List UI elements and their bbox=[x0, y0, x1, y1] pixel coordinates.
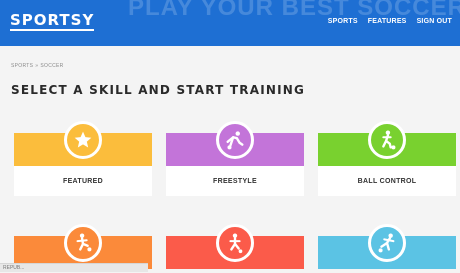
freestyle-player-icon bbox=[226, 131, 244, 150]
card-label: FREESTYLE bbox=[166, 166, 304, 196]
browser-status-bar: REPUB... bbox=[0, 263, 148, 272]
dribble-player-icon bbox=[76, 233, 92, 252]
card-icon-circle bbox=[368, 224, 406, 262]
skill-card-freestyle[interactable]: FREESTYLE bbox=[166, 121, 304, 196]
skill-card-featured[interactable]: FEATURED bbox=[14, 121, 152, 196]
card-icon-circle bbox=[64, 224, 102, 262]
sportsy-logo[interactable]: SPORTSY bbox=[10, 12, 95, 31]
site-header: SPORTSY PLAY YOUR BEST SOCCER SPORTS FEA… bbox=[0, 0, 460, 46]
breadcrumb: SPORTS » SOCCER bbox=[11, 63, 64, 69]
star-icon bbox=[74, 131, 92, 148]
main-nav: SPORTS FEATURES SIGN OUT bbox=[328, 18, 452, 25]
card-icon-circle bbox=[64, 121, 102, 159]
page-title: SELECT A SKILL AND START TRAINING bbox=[11, 83, 306, 97]
skill-card-kick[interactable] bbox=[318, 224, 456, 272]
breadcrumb-soccer: SOCCER bbox=[40, 63, 64, 69]
ball-control-player-icon bbox=[382, 130, 396, 150]
card-label: FEATURED bbox=[14, 166, 152, 196]
skill-card-ball-control[interactable]: BALL CONTROL bbox=[318, 121, 456, 196]
breadcrumb-sports[interactable]: SPORTS bbox=[11, 63, 33, 69]
kick-player-icon bbox=[378, 233, 395, 253]
card-icon-circle bbox=[216, 121, 254, 159]
skill-card-running[interactable] bbox=[166, 224, 304, 272]
card-label: BALL CONTROL bbox=[318, 166, 456, 196]
breadcrumb-separator: » bbox=[35, 63, 39, 69]
nav-features[interactable]: FEATURES bbox=[368, 18, 407, 25]
nav-sign-out[interactable]: SIGN OUT bbox=[417, 18, 452, 25]
running-player-icon bbox=[229, 233, 243, 254]
card-icon-circle bbox=[216, 224, 254, 262]
card-icon-circle bbox=[368, 121, 406, 159]
nav-sports[interactable]: SPORTS bbox=[328, 18, 358, 25]
